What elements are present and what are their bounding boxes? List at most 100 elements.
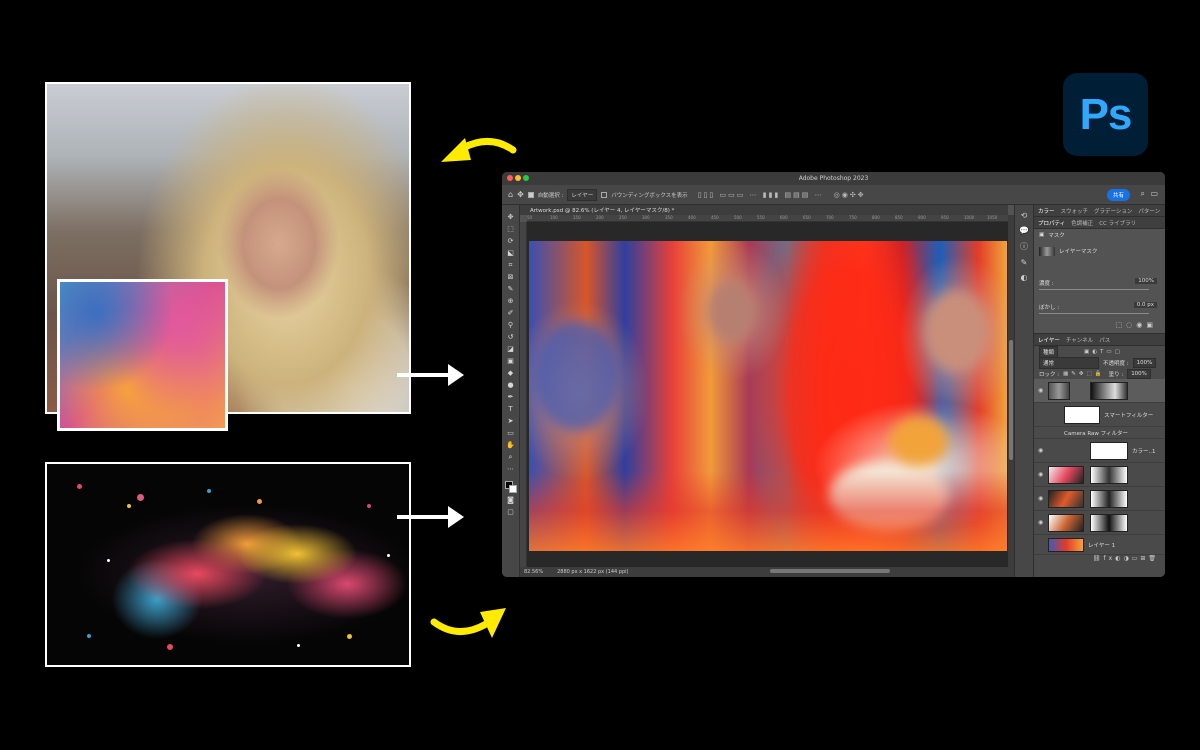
- layer-mask-thumbnail[interactable]: [1090, 514, 1128, 532]
- object-select-tool-icon[interactable]: ⬕: [507, 249, 514, 258]
- layer-mask-thumbnail[interactable]: [1090, 490, 1128, 508]
- zoom-tool-icon[interactable]: ⌕: [509, 453, 513, 462]
- canvas-area[interactable]: [527, 222, 1008, 567]
- screen-mode-icon[interactable]: ▢: [507, 508, 514, 517]
- dodge-tool-icon[interactable]: ●: [507, 381, 513, 390]
- layer-mask-thumbnail[interactable]: [1090, 382, 1128, 400]
- tab-layers[interactable]: レイヤー: [1038, 336, 1060, 344]
- density-value[interactable]: 100%: [1135, 278, 1157, 284]
- layer-row[interactable]: ◉: [1034, 487, 1165, 511]
- 3d-mode-icons[interactable]: ◎◉✣✥: [834, 191, 866, 199]
- tab-paths[interactable]: パス: [1099, 336, 1110, 344]
- layer-mask-thumbnail[interactable]: [1090, 466, 1128, 484]
- info-panel-icon[interactable]: ⓘ: [1020, 241, 1028, 252]
- smart-filter-thumbnail: [1064, 406, 1100, 424]
- layer-row[interactable]: ◉: [1034, 463, 1165, 487]
- tab-patterns[interactable]: パターン: [1138, 207, 1160, 215]
- type-tool-icon[interactable]: T: [508, 405, 512, 414]
- tab-swatches[interactable]: スウォッチ: [1061, 207, 1089, 215]
- workspace-icon[interactable]: ▭: [1150, 189, 1158, 198]
- layer-row[interactable]: ◉: [1034, 379, 1165, 403]
- layer-row[interactable]: スマートフィルター: [1034, 403, 1165, 427]
- maximize-window-button[interactable]: [523, 175, 529, 181]
- healing-brush-icon[interactable]: ⊕: [508, 297, 514, 306]
- tab-cc-libraries[interactable]: CC ライブラリ: [1099, 219, 1136, 227]
- lasso-tool-icon[interactable]: ⟳: [508, 237, 514, 246]
- crop-tool-icon[interactable]: ⌗: [509, 261, 513, 270]
- share-button[interactable]: 共有: [1106, 189, 1130, 201]
- particle-dot: [387, 554, 390, 557]
- blur-tool-icon[interactable]: ◆: [508, 369, 513, 378]
- tab-channels[interactable]: チャンネル: [1066, 336, 1093, 344]
- history-brush-icon[interactable]: ↺: [508, 333, 514, 342]
- tab-adjustments[interactable]: 色調補正: [1071, 219, 1093, 227]
- brush-tool-icon[interactable]: ✐: [508, 309, 514, 318]
- gradient-tool-icon[interactable]: ▣: [507, 357, 514, 366]
- visibility-eye-icon[interactable]: ◉: [1038, 519, 1043, 526]
- blend-mode-dropdown[interactable]: 通常: [1039, 356, 1099, 369]
- auto-select-checkbox[interactable]: [527, 191, 534, 198]
- visibility-eye-icon[interactable]: ◉: [1038, 387, 1043, 394]
- feather-value[interactable]: 0.0 px: [1133, 302, 1157, 308]
- minimize-window-button[interactable]: [515, 175, 521, 181]
- ruler-tick-label: 600: [780, 215, 788, 220]
- vertical-scroll-thumb[interactable]: [1009, 340, 1013, 460]
- tab-properties[interactable]: プロパティ: [1038, 219, 1065, 227]
- close-window-button[interactable]: [507, 175, 513, 181]
- eyedropper-tool-icon[interactable]: ✎: [508, 285, 514, 294]
- layer-row[interactable]: ◉ カラー..1: [1034, 439, 1165, 463]
- path-select-tool-icon[interactable]: ➤: [508, 417, 514, 426]
- layer-thumbnail: [1048, 490, 1084, 508]
- frame-tool-icon[interactable]: ⊠: [508, 273, 514, 282]
- quick-mask-icon[interactable]: ◙: [507, 496, 514, 505]
- mask-label: マスク: [1048, 233, 1065, 239]
- pen-tool-icon[interactable]: ✒: [508, 393, 514, 402]
- comments-panel-icon[interactable]: 💬: [1019, 226, 1029, 235]
- zoom-level[interactable]: 82.56%: [524, 569, 543, 575]
- history-panel-icon[interactable]: ⟲: [1021, 211, 1028, 220]
- opacity-input[interactable]: 100%: [1132, 357, 1157, 368]
- particle-dot: [257, 499, 262, 504]
- search-icon[interactable]: ⌕: [1141, 189, 1145, 199]
- bounding-box-checkbox[interactable]: [601, 191, 608, 198]
- brush-settings-icon[interactable]: ✎: [1021, 258, 1028, 267]
- fill-input[interactable]: 100%: [1127, 368, 1151, 379]
- stamp-tool-icon[interactable]: ⚲: [508, 321, 513, 330]
- tab-gradients[interactable]: グラデーション: [1094, 207, 1132, 215]
- home-icon[interactable]: ⌂: [508, 190, 513, 199]
- ruler-tick-label: 150: [573, 215, 581, 220]
- layer-row[interactable]: レイヤー 1: [1034, 535, 1165, 555]
- move-tool-icon[interactable]: ✥: [517, 190, 524, 199]
- visibility-eye-icon[interactable]: ◉: [1038, 495, 1043, 502]
- layer-mask-thumbnail[interactable]: [1039, 246, 1055, 256]
- color-swatches[interactable]: [504, 481, 517, 493]
- marquee-tool-icon[interactable]: ⬚: [507, 225, 514, 234]
- background-color-swatch[interactable]: [508, 485, 517, 493]
- window-titlebar: Adobe Photoshop 2023: [502, 172, 1165, 185]
- lock-icons[interactable]: ▦✎✥⬚🔒: [1063, 371, 1104, 377]
- layer-select-dropdown[interactable]: レイヤー: [567, 188, 598, 201]
- shape-tool-icon[interactable]: ▭: [507, 429, 514, 438]
- layer-action-icons[interactable]: ⛓fx◐◑▭⊞🗑: [1034, 555, 1165, 565]
- document-tab[interactable]: Artwork.psd @ 82.6% (レイヤー 4, レイヤーマスク/8) …: [530, 206, 674, 214]
- hand-tool-icon[interactable]: ✋: [506, 441, 515, 450]
- layer-row[interactable]: Camera Raw フィルター: [1034, 427, 1165, 439]
- feather-slider[interactable]: [1039, 313, 1149, 314]
- align-tools-icon[interactable]: ▯▯▯ ▭▭▭ ⋯ ▮▮▮ ▤▤▤ ⋯: [698, 191, 824, 199]
- ruler-tick-label: 800: [872, 215, 880, 220]
- horizontal-scroll-thumb[interactable]: [770, 569, 890, 573]
- tab-color[interactable]: カラー: [1038, 207, 1055, 215]
- mask-action-icons[interactable]: ⬚◌◉▣: [1116, 321, 1157, 329]
- density-slider[interactable]: [1039, 289, 1149, 290]
- visibility-eye-icon[interactable]: ◉: [1038, 471, 1043, 478]
- ruler-tick-label: 900: [918, 215, 926, 220]
- eraser-tool-icon[interactable]: ◪: [507, 345, 514, 354]
- move-tool-icon[interactable]: ✥: [508, 213, 514, 222]
- layer-mask-thumbnail[interactable]: [1090, 442, 1128, 460]
- visibility-eye-icon[interactable]: ◉: [1038, 447, 1043, 454]
- adjustments-panel-icon[interactable]: ◐: [1021, 273, 1028, 282]
- artwork-canvas[interactable]: [529, 241, 1007, 551]
- more-tools-icon[interactable]: ⋯: [507, 465, 514, 474]
- layer-row[interactable]: ◉: [1034, 511, 1165, 535]
- layer-filter-icons[interactable]: ▣◐T▭▢: [1084, 349, 1123, 355]
